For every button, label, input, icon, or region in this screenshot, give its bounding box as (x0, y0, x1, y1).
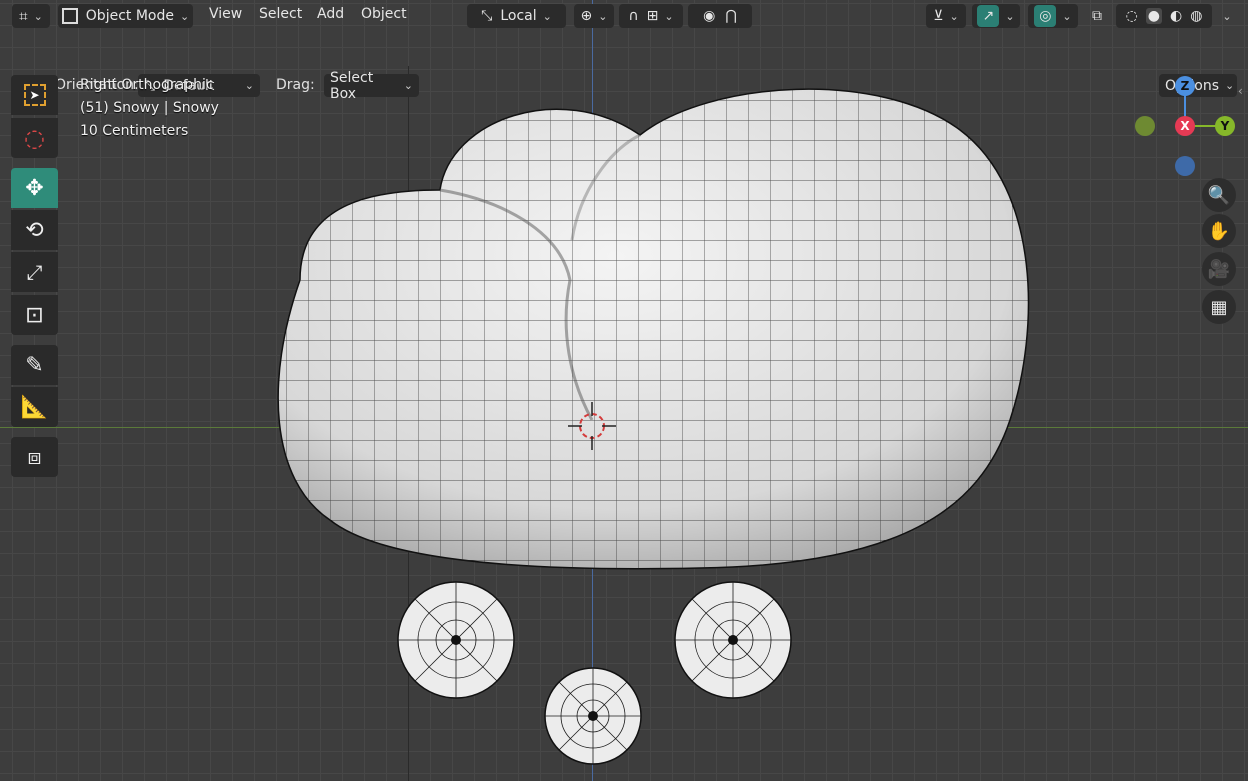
gizmo-neg-y-axis[interactable] (1135, 116, 1155, 136)
annotate-pencil-icon: ✎ (25, 352, 44, 378)
select-box-icon: ➤ (23, 84, 46, 106)
cursor-icon: ◌ (24, 124, 45, 152)
shading-options-dropdown[interactable]: ⌄ (1213, 4, 1235, 28)
drag-value: Select Box (330, 69, 374, 102)
measure-ruler-icon: 📐 (20, 394, 49, 420)
add-cube-tool[interactable]: ⧈ (11, 437, 58, 477)
transform-icon: ⊡ (25, 302, 44, 328)
xray-toggle[interactable]: ⧉ (1085, 4, 1109, 28)
select-box-tool[interactable]: ➤ (11, 75, 58, 115)
mode-dropdown[interactable]: Object Mode ⌄ (58, 4, 193, 28)
pivot-point-dropdown[interactable]: ⊕ ⌄ (574, 4, 614, 28)
chevron-down-icon: ⌄ (244, 79, 254, 92)
chevron-down-icon: ⌄ (598, 9, 608, 23)
sidebar-toggle-chevron-icon[interactable]: ‹ (1238, 84, 1243, 98)
overlay-toggle-group[interactable]: ◎ ⌄ (1028, 4, 1078, 28)
hand-pan-icon: ✋ (1207, 220, 1231, 242)
rotate-tool[interactable]: ⟲ (11, 210, 58, 250)
snap-group[interactable]: ∩ ⊞ ⌄ (619, 4, 683, 28)
ortho-toggle-button[interactable]: ▦ (1202, 290, 1236, 324)
grid-scale: 10 Centimeters (80, 123, 189, 139)
object-mode-icon (61, 8, 78, 24)
pan-button[interactable]: ✋ (1202, 214, 1236, 248)
zoom-button[interactable]: 🔍 (1202, 178, 1236, 212)
xray-icon: ⧉ (1092, 8, 1102, 24)
snowy-mesh-object[interactable] (0, 0, 1248, 781)
shading-mode-group[interactable]: ◌ ● ◐ ◍ (1116, 4, 1212, 28)
snap-magnet-icon: ∩ (628, 8, 639, 24)
gizmo-toggle-icon[interactable]: ↗ (977, 5, 1000, 27)
object-info: (51) Snowy | Snowy (80, 100, 219, 116)
zoom-icon: 🔍 (1207, 184, 1231, 206)
chevron-down-icon: ⌄ (949, 9, 959, 23)
gizmo-z-axis[interactable]: Z (1175, 76, 1195, 96)
scale-tool[interactable]: ⤢ (11, 252, 58, 292)
chevron-down-icon: ⌄ (403, 79, 413, 92)
add-cube-icon: ⧈ (27, 444, 42, 470)
orientation-axes-icon: ⤡ (481, 8, 493, 24)
chevron-down-icon: ⌄ (542, 9, 552, 23)
snowflake-right[interactable] (674, 581, 792, 699)
3d-viewport[interactable] (0, 0, 1248, 781)
menu-add[interactable]: Add (317, 6, 344, 22)
menu-select[interactable]: Select (259, 6, 302, 22)
scale-icon: ⤢ (26, 260, 43, 284)
wireframe-shading-icon[interactable]: ◌ (1126, 8, 1138, 24)
transform-orientation-dropdown[interactable]: ⤡ Local ⌄ (467, 4, 566, 28)
gizmo-toggle-group[interactable]: ↗ ⌄ (972, 4, 1020, 28)
object-visibility-dropdown[interactable]: ⊻ ⌄ (926, 4, 966, 28)
gizmo-y-axis[interactable]: Y (1215, 116, 1235, 136)
viewport-editor-icon: ⌗ (19, 7, 28, 25)
chevron-down-icon: ⌄ (1062, 9, 1072, 23)
chevron-down-icon: ⌄ (1222, 9, 1232, 23)
rendered-shading-icon[interactable]: ◍ (1190, 8, 1202, 24)
chevron-down-icon: ⌄ (664, 9, 674, 23)
material-shading-icon[interactable]: ◐ (1170, 8, 1182, 24)
tool-settings-bar: Orientation: ⤡ Default ⌄ Drag: Select Bo… (0, 36, 1248, 102)
drag-label: Drag: (276, 77, 315, 93)
viewport-header: ⌗ ⌄ Object Mode ⌄ View Select Add Object … (0, 0, 1248, 33)
pivot-icon: ⊕ (580, 8, 593, 24)
chevron-down-icon: ⌄ (179, 9, 190, 23)
editor-type-button[interactable]: ⌗ ⌄ (12, 4, 50, 28)
gizmo-neg-z-axis[interactable] (1175, 156, 1195, 176)
snowflake-left[interactable] (397, 581, 515, 699)
proportional-edit-group[interactable]: ◉ ⋂ (688, 4, 752, 28)
measure-tool[interactable]: 📐 (11, 387, 58, 427)
annotate-tool[interactable]: ✎ (11, 345, 58, 385)
cloud-body[interactable] (260, 80, 1060, 580)
rotate-icon: ⟲ (25, 217, 44, 243)
snowflake-bottom[interactable] (544, 667, 642, 765)
mode-label: Object Mode (85, 8, 174, 24)
camera-icon: 🎥 (1207, 258, 1231, 280)
gizmo-x-axis[interactable]: X (1175, 116, 1195, 136)
solid-shading-icon[interactable]: ● (1145, 8, 1162, 24)
cursor-tool[interactable]: ◌ (11, 118, 58, 158)
proportional-edit-icon: ◉ (703, 8, 716, 24)
falloff-curve-icon: ⋂ (725, 8, 737, 24)
visibility-icon: ⊻ (933, 8, 944, 24)
move-icon: ✥ (25, 175, 44, 201)
view-name: Right Orthographic (80, 77, 214, 93)
drag-dropdown[interactable]: Select Box ⌄ (324, 70, 419, 102)
menu-object[interactable]: Object (361, 6, 407, 22)
transform-tool[interactable]: ⊡ (11, 295, 58, 335)
chevron-down-icon: ⌄ (1005, 9, 1015, 23)
chevron-down-icon: ⌄ (33, 9, 43, 23)
camera-view-button[interactable]: 🎥 (1202, 252, 1236, 286)
move-tool[interactable]: ✥ (11, 168, 58, 208)
transform-orientation-label: Local (500, 8, 537, 24)
menu-view[interactable]: View (209, 6, 242, 22)
grid-icon: ▦ (1210, 296, 1228, 318)
overlays-icon[interactable]: ◎ (1034, 5, 1057, 27)
snap-increment-icon: ⊞ (646, 8, 659, 24)
